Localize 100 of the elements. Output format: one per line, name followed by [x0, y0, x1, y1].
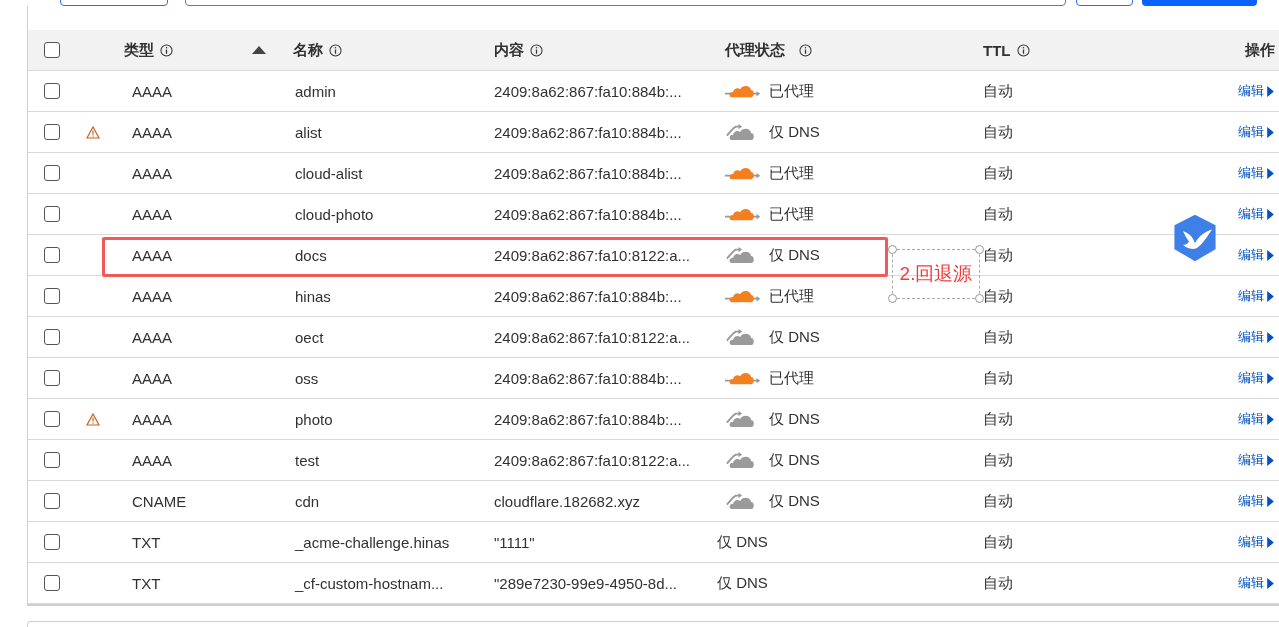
record-content: 2409:8a62:867:fa10:8122:a... — [494, 246, 690, 264]
caret-icon — [1267, 331, 1274, 343]
record-type: AAAA — [132, 369, 173, 387]
resize-handle[interactable] — [975, 294, 984, 303]
resize-handle[interactable] — [975, 245, 984, 254]
caret-icon — [1267, 454, 1274, 466]
record-content: 2409:8a62:867:fa10:884b:... — [494, 82, 682, 100]
record-type: AAAA — [132, 410, 173, 428]
caret-icon — [1267, 536, 1274, 548]
edit-link[interactable]: 编辑 — [1238, 164, 1274, 182]
record-name: cloud-photo — [295, 205, 374, 223]
record-type: AAAA — [132, 246, 173, 264]
row-checkbox[interactable] — [44, 124, 60, 140]
ttl-value: 自动 — [983, 409, 1013, 429]
record-type: AAAA — [132, 164, 173, 182]
column-header[interactable]: 代理状态 — [725, 40, 785, 60]
record-content: 2409:8a62:867:fa10:884b:... — [494, 287, 682, 305]
caret-icon — [1267, 413, 1274, 425]
record-type: AAAA — [132, 328, 173, 346]
caret-icon — [1267, 577, 1274, 589]
record-name: photo — [295, 410, 333, 428]
row-checkbox[interactable] — [44, 206, 60, 222]
record-content: 2409:8a62:867:fa10:884b:... — [494, 205, 682, 223]
record-type: TXT — [132, 533, 161, 551]
caret-icon — [1267, 208, 1274, 220]
edit-link[interactable]: 编辑 — [1238, 451, 1274, 469]
row-checkbox[interactable] — [44, 83, 60, 99]
sort-ascending-icon[interactable] — [252, 46, 266, 54]
edit-link[interactable]: 编辑 — [1238, 574, 1274, 592]
proxy-status: 已代理 — [769, 286, 814, 306]
record-type: CNAME — [132, 492, 187, 510]
record-type: AAAA — [132, 451, 173, 469]
edit-link[interactable]: 编辑 — [1238, 287, 1274, 305]
record-name: cloud-alist — [295, 164, 363, 182]
caret-icon — [1267, 249, 1274, 261]
caret-icon — [1267, 372, 1274, 384]
caret-icon — [1267, 167, 1274, 179]
proxy-status: 仅 DNS — [717, 573, 768, 593]
resize-handle[interactable] — [888, 245, 897, 254]
record-content: "1111" — [494, 533, 535, 551]
column-header[interactable]: 操作 — [1245, 40, 1275, 60]
row-checkbox[interactable] — [44, 534, 60, 550]
ttl-value: 自动 — [983, 573, 1013, 593]
proxy-status: 仅 DNS — [769, 409, 820, 429]
record-name: test — [295, 451, 320, 469]
proxy-status: 仅 DNS — [769, 245, 820, 265]
record-name: admin — [295, 82, 336, 100]
column-header[interactable]: 名称 — [293, 40, 323, 60]
row-checkbox[interactable] — [44, 452, 60, 468]
record-type: TXT — [132, 574, 161, 592]
proxy-status: 仅 DNS — [769, 491, 820, 511]
row-checkbox[interactable] — [44, 493, 60, 509]
record-name: hinas — [295, 287, 331, 305]
row-checkbox[interactable] — [44, 575, 60, 591]
record-name: oect — [295, 328, 324, 346]
record-content: cloudflare.182682.xyz — [494, 492, 640, 510]
resize-handle[interactable] — [888, 294, 897, 303]
row-checkbox[interactable] — [44, 411, 60, 427]
proxy-status: 已代理 — [769, 163, 814, 183]
annotation-text: 2.回退源 — [899, 262, 973, 286]
edit-link[interactable]: 编辑 — [1238, 328, 1274, 346]
row-checkbox[interactable] — [44, 288, 60, 304]
record-content: 2409:8a62:867:fa10:884b:... — [494, 410, 682, 428]
edit-link[interactable]: 编辑 — [1238, 533, 1274, 551]
select-all-checkbox[interactable] — [44, 42, 60, 58]
proxy-status: 仅 DNS — [717, 532, 768, 552]
record-name: _cf-custom-hostnam... — [295, 574, 444, 592]
row-checkbox[interactable] — [44, 165, 60, 181]
row-checkbox[interactable] — [44, 370, 60, 386]
caret-icon — [1267, 495, 1274, 507]
record-name: docs — [295, 246, 327, 264]
record-content: 2409:8a62:867:fa10:8122:a... — [494, 328, 690, 346]
ttl-value: 自动 — [983, 286, 1013, 306]
column-header[interactable]: 类型 — [124, 40, 154, 60]
edit-link[interactable]: 编辑 — [1238, 246, 1274, 264]
proxy-status: 已代理 — [769, 204, 814, 224]
edit-link[interactable]: 编辑 — [1238, 123, 1274, 141]
edit-link[interactable]: 编辑 — [1238, 492, 1274, 510]
caret-icon — [1267, 85, 1274, 97]
column-header[interactable]: 内容 — [494, 40, 524, 60]
record-type: AAAA — [132, 82, 173, 100]
record-name: cdn — [295, 492, 320, 510]
record-content: "289e7230-99e9-4950-8d... — [494, 574, 677, 592]
ttl-value: 自动 — [983, 450, 1013, 470]
ttl-value: 自动 — [983, 491, 1013, 511]
ttl-value: 自动 — [983, 327, 1013, 347]
record-content: 2409:8a62:867:fa10:884b:... — [494, 369, 682, 387]
record-content: 2409:8a62:867:fa10:884b:... — [494, 164, 682, 182]
record-name: oss — [295, 369, 319, 387]
edit-link[interactable]: 编辑 — [1238, 369, 1274, 387]
edit-link[interactable]: 编辑 — [1238, 205, 1274, 223]
proxy-status: 已代理 — [769, 81, 814, 101]
row-checkbox[interactable] — [44, 329, 60, 345]
edit-link[interactable]: 编辑 — [1238, 82, 1274, 100]
record-type: AAAA — [132, 287, 173, 305]
row-checkbox[interactable] — [44, 247, 60, 263]
column-header[interactable]: TTL — [983, 41, 1011, 59]
caret-icon — [1267, 126, 1274, 138]
edit-link[interactable]: 编辑 — [1238, 410, 1274, 428]
ttl-value: 自动 — [983, 163, 1013, 183]
